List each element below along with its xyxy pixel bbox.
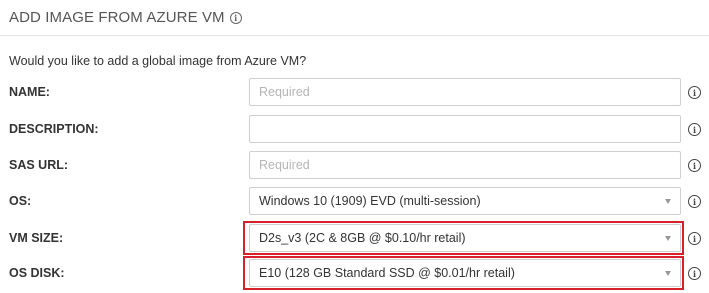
os-disk-selected-value: E10 (128 GB Standard SSD @ $0.01/hr reta… [259, 266, 515, 280]
os-disk-info-icon[interactable]: i [688, 267, 701, 280]
description-input[interactable] [250, 116, 680, 142]
sas-url-field-wrapper [249, 151, 681, 179]
vm-size-selected-value: D2s_v3 (2C & 8GB @ $0.10/hr retail) [259, 231, 466, 245]
description-row: DESCRIPTION: i [0, 112, 709, 146]
vm-size-row: VM SIZE: D2s_v3 (2C & 8GB @ $0.10/hr ret… [0, 221, 709, 255]
page-title: ADD IMAGE FROM AZURE VM [9, 9, 225, 26]
description-label: DESCRIPTION: [9, 122, 99, 136]
os-select[interactable]: Windows 10 (1909) EVD (multi-session) [249, 187, 681, 215]
dialog-header: ADD IMAGE FROM AZURE VM i [0, 0, 709, 36]
name-field-wrapper [249, 78, 681, 106]
os-disk-select[interactable]: E10 (128 GB Standard SSD @ $0.01/hr reta… [249, 259, 681, 287]
description-info-icon[interactable]: i [688, 123, 701, 136]
os-disk-row: OS DISK: E10 (128 GB Standard SSD @ $0.0… [0, 256, 709, 290]
chevron-down-icon [665, 270, 671, 276]
chevron-down-icon [665, 235, 671, 241]
info-icon[interactable]: i [229, 11, 242, 24]
sas-url-row: SAS URL: i [0, 148, 709, 182]
vm-size-label: VM SIZE: [9, 231, 64, 245]
os-label: OS: [9, 194, 32, 208]
name-row: NAME: i [0, 75, 709, 109]
vm-size-info-icon[interactable]: i [688, 232, 701, 245]
sas-url-info-icon[interactable]: i [688, 159, 701, 172]
sas-url-input[interactable] [250, 152, 680, 178]
sas-url-label: SAS URL: [9, 158, 69, 172]
os-info-icon[interactable]: i [688, 195, 701, 208]
os-disk-label: OS DISK: [9, 266, 65, 280]
os-selected-value: Windows 10 (1909) EVD (multi-session) [259, 194, 481, 208]
chevron-down-icon [665, 198, 671, 204]
description-field-wrapper [249, 115, 681, 143]
name-input[interactable] [250, 79, 680, 105]
name-label: NAME: [9, 85, 50, 99]
name-info-icon[interactable]: i [688, 86, 701, 99]
intro-question: Would you like to add a global image fro… [9, 54, 307, 68]
os-row: OS: Windows 10 (1909) EVD (multi-session… [0, 184, 709, 218]
vm-size-select[interactable]: D2s_v3 (2C & 8GB @ $0.10/hr retail) [249, 224, 681, 252]
